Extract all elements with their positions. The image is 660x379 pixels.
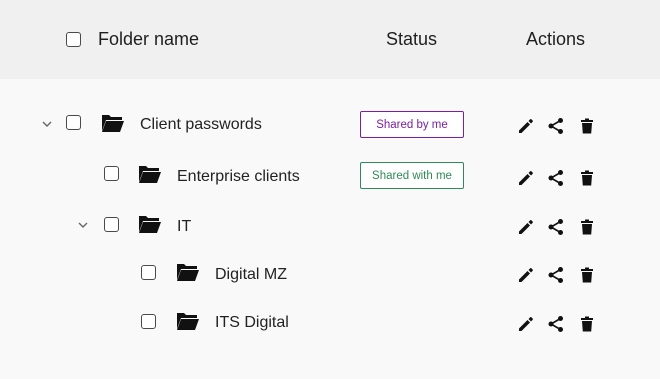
status-badge: Shared with me: [360, 162, 464, 189]
folder-name[interactable]: ITS Digital: [215, 313, 289, 333]
row-checkbox[interactable]: [104, 217, 119, 232]
folder-open-icon: [139, 166, 161, 183]
table-row: ITS Digital: [0, 302, 660, 342]
select-all-checkbox[interactable]: [66, 32, 81, 47]
trash-icon[interactable]: [577, 314, 597, 334]
pencil-icon[interactable]: [516, 265, 536, 285]
share-icon[interactable]: [546, 217, 566, 237]
folder-open-icon: [177, 264, 199, 281]
folder-name[interactable]: Digital MZ: [215, 265, 287, 285]
table-row: Digital MZ: [0, 254, 660, 294]
trash-icon[interactable]: [577, 168, 597, 188]
folder-open-icon: [177, 313, 199, 330]
share-icon[interactable]: [546, 314, 566, 334]
column-header-actions: Actions: [526, 29, 586, 49]
row-checkbox[interactable]: [66, 115, 81, 130]
trash-icon[interactable]: [577, 116, 597, 136]
table-row: Enterprise clients Shared with me: [0, 155, 660, 195]
chevron-down-icon[interactable]: [41, 118, 53, 130]
folder-open-icon: [102, 115, 124, 132]
folder-open-icon: [139, 216, 161, 233]
table-header: Folder name Status Actions: [0, 0, 660, 79]
share-icon[interactable]: [546, 265, 566, 285]
row-checkbox[interactable]: [104, 166, 119, 181]
folder-name[interactable]: Client passwords: [140, 115, 262, 135]
pencil-icon[interactable]: [516, 116, 536, 136]
pencil-icon[interactable]: [516, 168, 536, 188]
table-row: IT: [0, 205, 660, 245]
share-icon[interactable]: [546, 168, 566, 188]
folder-name[interactable]: Enterprise clients: [177, 167, 300, 187]
status-badge: Shared by me: [360, 111, 464, 138]
pencil-icon[interactable]: [516, 217, 536, 237]
folder-name[interactable]: IT: [177, 217, 191, 237]
share-icon[interactable]: [546, 116, 566, 136]
table-row: Client passwords Shared by me: [0, 103, 660, 143]
trash-icon[interactable]: [577, 265, 597, 285]
row-checkbox[interactable]: [141, 314, 156, 329]
trash-icon[interactable]: [577, 217, 597, 237]
column-header-status: Status: [386, 29, 438, 49]
pencil-icon[interactable]: [516, 314, 536, 334]
row-checkbox[interactable]: [141, 265, 156, 280]
chevron-down-icon[interactable]: [77, 219, 89, 231]
column-header-folder-name[interactable]: Folder name: [98, 0, 199, 79]
